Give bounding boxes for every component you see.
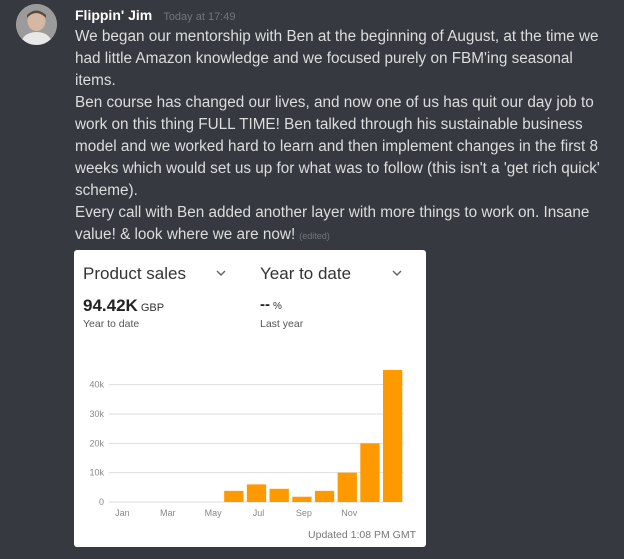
- y-tick-label: 10k: [89, 468, 104, 478]
- bar: [269, 488, 289, 502]
- avatar[interactable]: [16, 4, 57, 45]
- x-tick-label: Mar: [160, 508, 176, 518]
- bar: [246, 484, 267, 502]
- bar: [360, 443, 380, 502]
- message-header: Flippin' Jim Today at 17:49: [75, 5, 235, 24]
- username[interactable]: Flippin' Jim: [75, 7, 152, 23]
- bar: [314, 490, 335, 502]
- y-tick-label: 20k: [89, 438, 104, 448]
- message-paragraph: Ben course has changed our lives, and no…: [75, 94, 600, 199]
- timestamp: Today at 17:49: [163, 11, 236, 23]
- edited-label: (edited): [299, 231, 330, 241]
- y-tick-label: 0: [99, 497, 104, 507]
- bar: [292, 496, 312, 502]
- x-tick-label: Jan: [115, 508, 130, 518]
- sales-bar-chart: 0 10k 20k 30k 40k Jan Mar May Jul Sep Nov: [89, 370, 404, 518]
- y-tick-label: 40k: [89, 380, 104, 390]
- updated-timestamp: Updated 1:08 PM GMT: [308, 529, 416, 541]
- x-tick-label: May: [205, 508, 223, 518]
- bar: [383, 370, 403, 502]
- y-tick-label: 30k: [89, 409, 104, 419]
- x-tick-label: Jul: [253, 508, 265, 518]
- bar: [224, 490, 244, 502]
- x-tick-label: Sep: [296, 508, 312, 518]
- x-tick-label: Nov: [341, 508, 358, 518]
- message-paragraph: Every call with Ben added another layer …: [75, 202, 615, 247]
- image-embed[interactable]: Product sales Year to date 94.42K GBP Yea…: [74, 250, 426, 547]
- message-paragraph-text: Every call with Ben added another layer …: [75, 204, 590, 243]
- bar: [337, 472, 357, 502]
- message-paragraph: We began our mentorship with Ben at the …: [75, 28, 599, 89]
